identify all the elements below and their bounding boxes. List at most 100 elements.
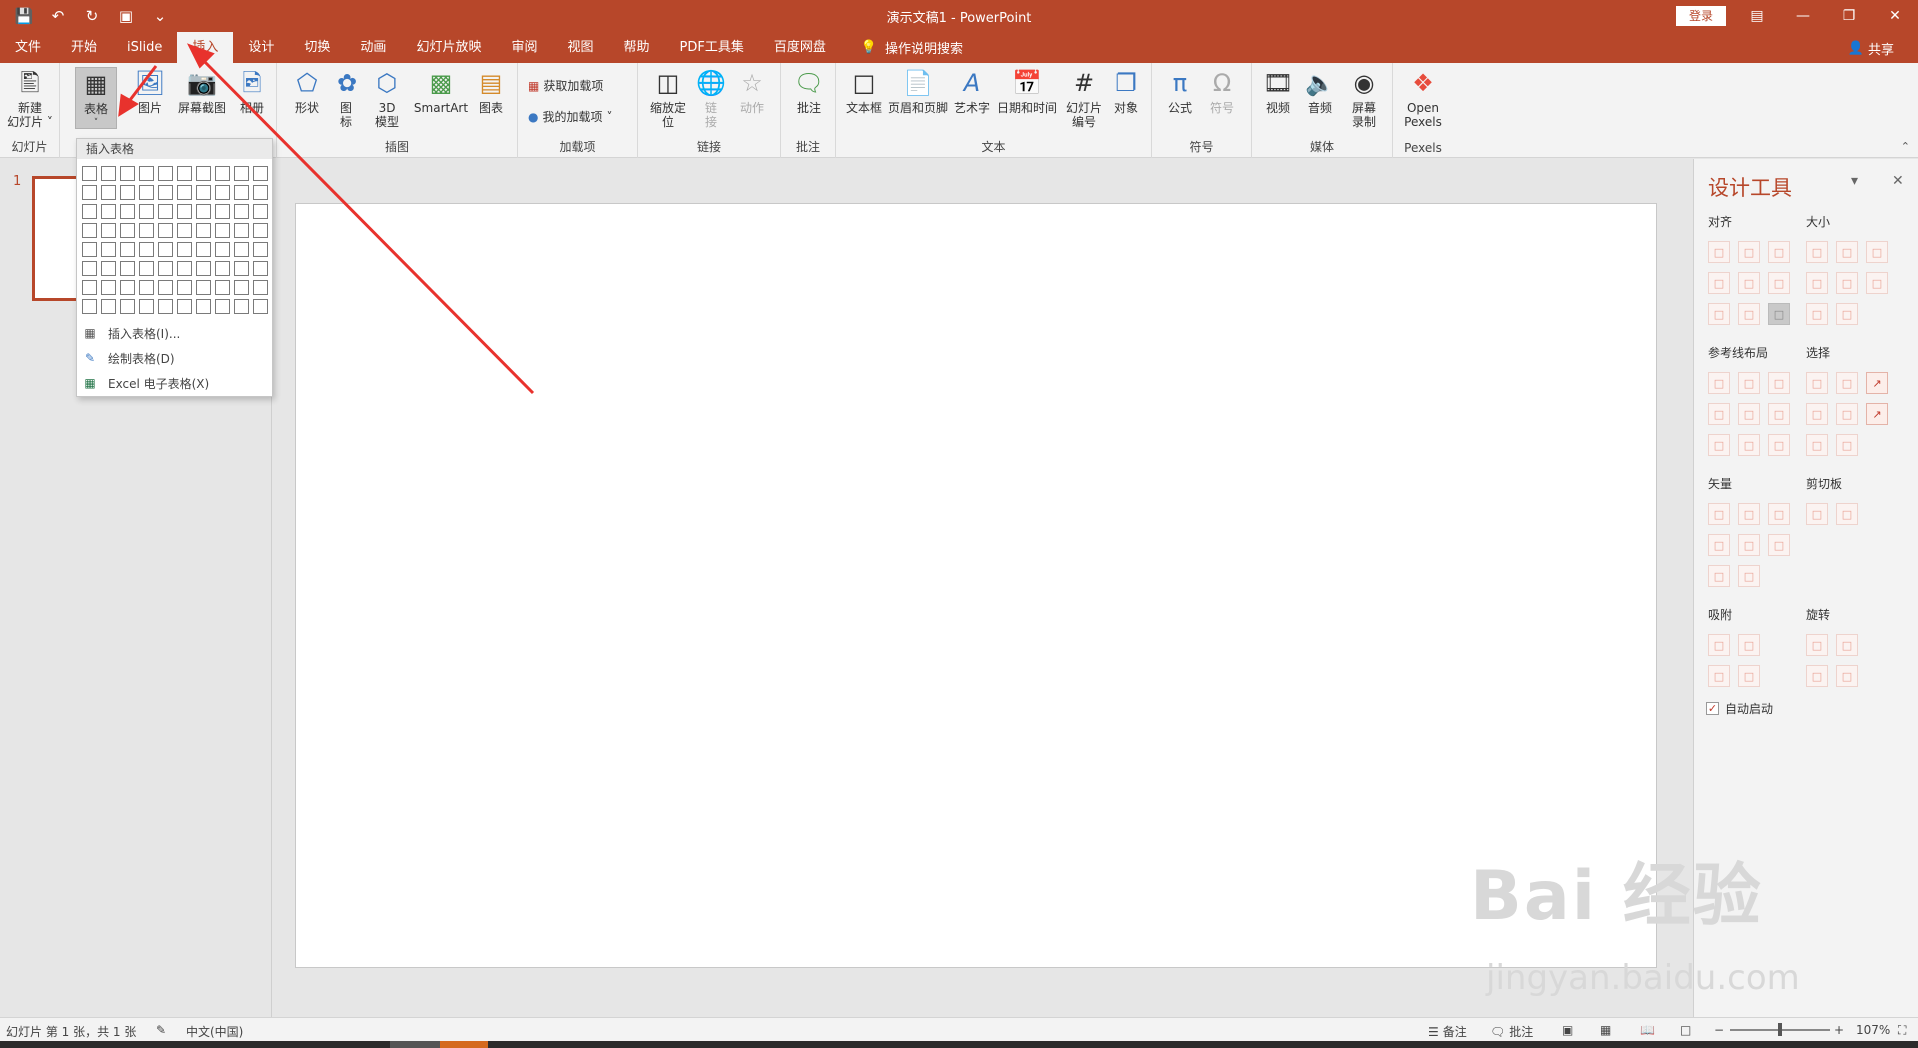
- table-grid-cell[interactable]: [120, 280, 135, 295]
- ribbon-display-icon[interactable]: ▤: [1734, 0, 1780, 32]
- design-tool-icon[interactable]: □: [1708, 272, 1730, 294]
- design-tool-icon[interactable]: □: [1768, 303, 1790, 325]
- design-tool-icon[interactable]: □: [1738, 565, 1760, 587]
- design-tool-icon[interactable]: □: [1768, 503, 1790, 525]
- design-tool-icon[interactable]: □: [1768, 372, 1790, 394]
- comment-button[interactable]: 🗨 批注: [789, 67, 829, 115]
- table-grid-cell[interactable]: [196, 242, 211, 257]
- table-grid-cell[interactable]: [234, 166, 249, 181]
- tab-animations[interactable]: 动画: [345, 32, 401, 63]
- design-tool-icon[interactable]: □: [1836, 241, 1858, 263]
- table-grid-cell[interactable]: [196, 166, 211, 181]
- zoom-in-icon[interactable]: +: [1834, 1023, 1844, 1037]
- fit-to-window-icon[interactable]: ⛶: [1898, 1023, 1906, 1038]
- design-tool-icon[interactable]: □: [1738, 272, 1760, 294]
- design-tool-icon[interactable]: □: [1738, 665, 1760, 687]
- table-grid-cell[interactable]: [177, 261, 192, 276]
- table-grid-cell[interactable]: [158, 299, 173, 314]
- tab-review[interactable]: 审阅: [496, 32, 552, 63]
- design-tool-icon[interactable]: □: [1866, 272, 1888, 294]
- table-grid-cell[interactable]: [139, 242, 154, 257]
- screenshot-button[interactable]: 📷 屏幕截图: [174, 67, 230, 115]
- 3d-model-button[interactable]: ⬡ 3D 模型: [369, 67, 405, 129]
- table-grid-cell[interactable]: [196, 261, 211, 276]
- textbox-button[interactable]: □ 文本框: [846, 67, 882, 115]
- header-footer-button[interactable]: 📄 页眉和页脚: [888, 67, 948, 115]
- design-tool-icon[interactable]: □: [1708, 565, 1730, 587]
- table-grid-cell[interactable]: [234, 223, 249, 238]
- table-grid-cell[interactable]: [215, 166, 230, 181]
- design-tool-icon[interactable]: □: [1836, 434, 1858, 456]
- draw-table-item[interactable]: ✎ 绘制表格(D): [82, 348, 175, 368]
- object-button[interactable]: ❐ 对象: [1108, 67, 1144, 115]
- design-tool-icon[interactable]: □: [1768, 241, 1790, 263]
- design-tool-icon[interactable]: □: [1738, 534, 1760, 556]
- normal-view-icon[interactable]: ▣: [1562, 1023, 1573, 1037]
- table-grid-cell[interactable]: [82, 242, 97, 257]
- shapes-button[interactable]: ⬠ 形状: [289, 67, 325, 115]
- table-grid-cell[interactable]: [253, 185, 268, 200]
- table-grid-cell[interactable]: [234, 242, 249, 257]
- collapse-ribbon-icon[interactable]: ⌃: [1901, 140, 1910, 153]
- table-grid-cell[interactable]: [234, 185, 249, 200]
- excel-sheet-item[interactable]: ▦ Excel 电子表格(X): [82, 373, 209, 393]
- table-grid-cell[interactable]: [215, 261, 230, 276]
- design-tool-icon[interactable]: □: [1738, 372, 1760, 394]
- table-grid-cell[interactable]: [177, 204, 192, 219]
- table-grid-cell[interactable]: [158, 223, 173, 238]
- design-tool-icon[interactable]: □: [1866, 241, 1888, 263]
- table-grid-cell[interactable]: [139, 166, 154, 181]
- table-grid-cell[interactable]: [139, 223, 154, 238]
- table-grid-cell[interactable]: [196, 299, 211, 314]
- design-tool-icon[interactable]: □: [1708, 434, 1730, 456]
- table-grid-cell[interactable]: [120, 185, 135, 200]
- table-grid-cell[interactable]: [158, 280, 173, 295]
- tab-baidu-netdisk[interactable]: 百度网盘: [759, 32, 841, 63]
- tab-pdf-tools[interactable]: PDF工具集: [665, 32, 759, 63]
- table-grid-cell[interactable]: [196, 204, 211, 219]
- reading-view-icon[interactable]: 📖: [1640, 1023, 1655, 1037]
- taskbar-item-active[interactable]: [440, 1041, 488, 1048]
- table-grid-cell[interactable]: [177, 185, 192, 200]
- table-grid-cell[interactable]: [177, 223, 192, 238]
- table-grid-cell[interactable]: [120, 261, 135, 276]
- new-slide-button[interactable]: 🖺 新建 幻灯片 ˅: [4, 67, 56, 129]
- design-tool-icon[interactable]: □: [1836, 303, 1858, 325]
- table-grid-cell[interactable]: [101, 166, 116, 181]
- icons-button[interactable]: ✿ 图 标: [331, 67, 361, 129]
- picture-button[interactable]: 🖼 图片: [132, 67, 168, 115]
- design-tool-icon[interactable]: □: [1806, 303, 1828, 325]
- share-button[interactable]: 👤 共享: [1848, 39, 1894, 58]
- table-grid-cell[interactable]: [215, 280, 230, 295]
- maximize-icon[interactable]: ❐: [1826, 0, 1872, 32]
- table-grid-cell[interactable]: [139, 299, 154, 314]
- table-grid-cell[interactable]: [139, 261, 154, 276]
- insert-table-dialog-item[interactable]: ▦ 插入表格(I)...: [82, 323, 180, 343]
- table-grid-cell[interactable]: [139, 204, 154, 219]
- design-tool-icon[interactable]: □: [1836, 372, 1858, 394]
- zoom-button[interactable]: ◫ 缩放定 位: [646, 67, 690, 129]
- taskbar-item[interactable]: [390, 1041, 440, 1048]
- table-grid-cell[interactable]: [158, 242, 173, 257]
- table-grid-cell[interactable]: [158, 185, 173, 200]
- zoom-out-icon[interactable]: −: [1714, 1023, 1724, 1037]
- tab-insert[interactable]: 插入: [177, 32, 234, 63]
- table-grid-cell[interactable]: [253, 280, 268, 295]
- slide-canvas[interactable]: [295, 203, 1657, 968]
- tell-me-search[interactable]: 💡 操作说明搜索: [841, 32, 963, 63]
- table-grid-cell[interactable]: [82, 185, 97, 200]
- table-grid-cell[interactable]: [120, 166, 135, 181]
- table-grid-cell[interactable]: [158, 166, 173, 181]
- table-grid-cell[interactable]: [139, 280, 154, 295]
- design-tool-icon[interactable]: □: [1806, 665, 1828, 687]
- table-grid-cell[interactable]: [177, 280, 192, 295]
- table-grid-cell[interactable]: [253, 242, 268, 257]
- design-tool-icon[interactable]: □: [1836, 503, 1858, 525]
- table-grid-cell[interactable]: [253, 204, 268, 219]
- design-tool-icon[interactable]: □: [1708, 372, 1730, 394]
- table-grid-cell[interactable]: [196, 280, 211, 295]
- minimize-icon[interactable]: —: [1780, 0, 1826, 32]
- table-grid-cell[interactable]: [215, 299, 230, 314]
- design-tool-icon[interactable]: □: [1768, 272, 1790, 294]
- design-tool-icon[interactable]: □: [1708, 634, 1730, 656]
